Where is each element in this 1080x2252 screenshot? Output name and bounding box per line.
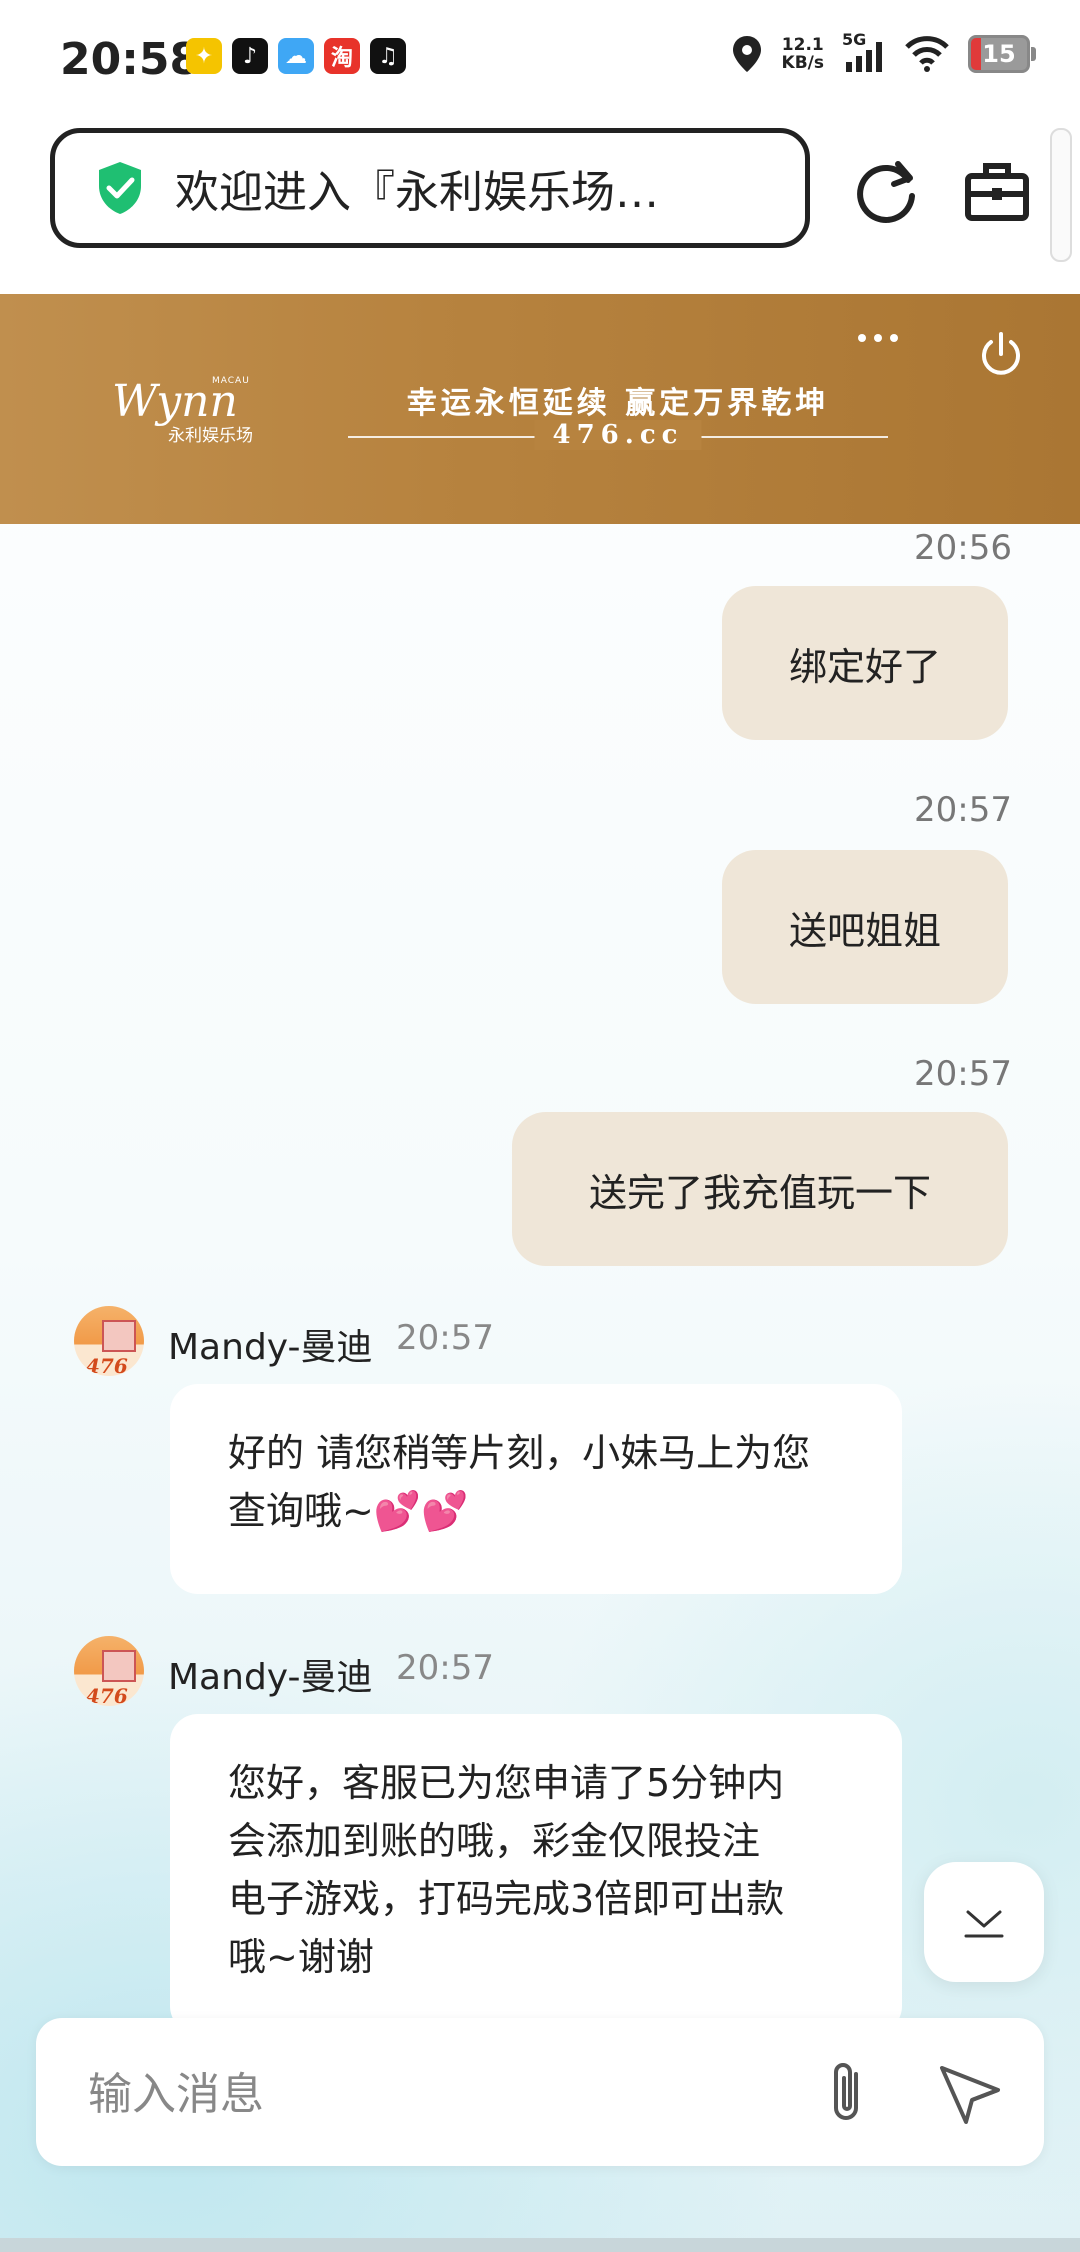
browser-toolbar: 欢迎进入『永利娱乐场… [0,118,1080,294]
message-timestamp: 20:56 [914,528,1012,568]
location-icon [732,36,761,72]
message-text-line: 电子游戏，打码完成3倍即可出款 [228,1877,785,1921]
paperclip-icon [834,2063,858,2120]
wynn-logo: MACAU Wynn 永利娱乐场 [112,376,253,446]
cellular-signal-icon: 5G [842,30,886,74]
message-timestamp: 20:57 [396,1318,494,1358]
game-app-icon: ✦ [186,38,222,74]
notification-icons: ✦ ♪ ☁ 淘 ♫ [186,38,406,74]
outgoing-message-bubble[interactable]: 送完了我充值玩一下 [512,1112,1008,1266]
message-input[interactable] [86,2058,790,2130]
attach-button[interactable] [816,2058,880,2128]
slogan-divider: 476.cc [348,420,888,450]
tiktok-app-icon: ♫ [370,38,406,74]
gesture-bar [0,2238,1080,2252]
power-button[interactable] [976,330,1026,380]
taobao-app-icon: 淘 [324,38,360,74]
page-scrollbar[interactable] [1050,128,1072,262]
banner-slogan: 幸运永恒延续 赢定万界乾坤 476.cc [348,378,888,450]
message-text-line: 哦~谢谢 [228,1935,374,1979]
refresh-icon [857,161,915,223]
status-indicators: 12.1 KB/s 5G 15 [730,30,1036,74]
message-composer [36,2018,1044,2166]
message-text: 好的 请您稍等片刻，小妹马上为您查询哦~ [228,1431,811,1533]
sender-name: Mandy-曼迪 [168,1657,373,1698]
power-icon [982,332,1020,375]
more-options-button[interactable] [858,328,910,348]
scroll-to-bottom-button[interactable] [924,1862,1044,1982]
banner-domain: 476.cc [534,420,702,450]
message-text-line: 会添加到账的哦，彩金仅限投注 [228,1819,761,1863]
toolbox-button[interactable] [962,156,1032,226]
send-icon [940,2066,1000,2124]
message-timestamp: 20:57 [914,1054,1012,1094]
sender-name: Mandy-曼迪 [168,1327,373,1368]
agent-avatar[interactable]: 476 [74,1636,144,1706]
battery-indicator: 15 [968,35,1036,73]
outgoing-message-bubble[interactable]: 送吧姐姐 [722,850,1008,1004]
outgoing-message-bubble[interactable]: 绑定好了 [722,586,1008,740]
casino-banner: MACAU Wynn 永利娱乐场 幸运永恒延续 赢定万界乾坤 476.cc [0,294,1080,524]
chevron-down-icon [964,1910,1004,1938]
weather-app-icon: ☁ [278,38,314,74]
music-app-icon: ♪ [232,38,268,74]
refresh-button[interactable] [852,156,922,226]
incoming-message-bubble[interactable]: 您好，客服已为您申请了5分钟内 会添加到账的哦，彩金仅限投注 电子游戏，打码完成… [170,1714,902,2034]
status-time: 20:58 [60,34,201,85]
page-title: 欢迎进入『永利娱乐场… [175,167,659,218]
message-timestamp: 20:57 [914,790,1012,830]
message-text-line: 您好，客服已为您申请了5分钟内 [228,1761,785,1805]
message-timestamp: 20:57 [396,1648,494,1688]
wifi-icon [905,36,949,72]
agent-avatar[interactable]: 476 [74,1306,144,1376]
address-bar[interactable]: 欢迎进入『永利娱乐场… [50,128,810,248]
incoming-message-bubble[interactable]: 好的 请您稍等片刻，小妹马上为您查询哦~💕💕 [170,1384,902,1594]
network-speed: 12.1 KB/s [781,35,824,73]
send-button[interactable] [936,2060,1006,2126]
status-bar: 20:58 ✦ ♪ ☁ 淘 ♫ 12.1 KB/s 5G 15 [0,0,1080,118]
briefcase-icon [965,163,1029,221]
heart-emoji-icon: 💕💕 [373,1489,469,1533]
shield-check-icon [99,162,141,214]
